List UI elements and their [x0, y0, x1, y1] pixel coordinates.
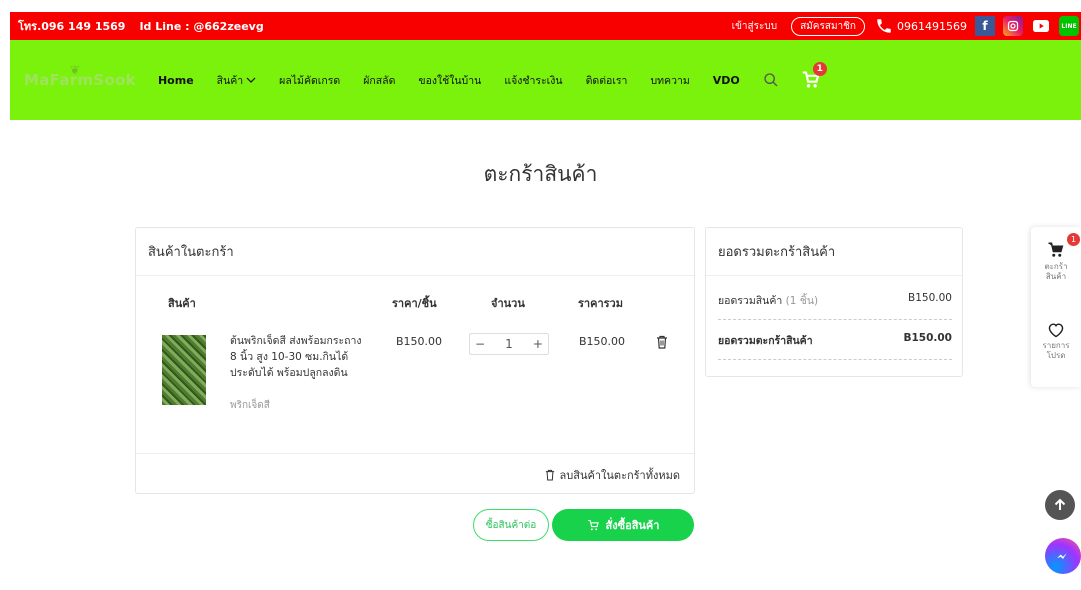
page: โทร.096 149 1569 Id Line : @662zeevg เข้… — [0, 0, 1081, 590]
trash-icon[interactable] — [656, 335, 668, 349]
top-bar-right: เข้าสู่ระบบ สมัครสมาชิก 0961491569 f LIN… — [732, 16, 1081, 36]
clear-cart-label: ลบสินค้าในตะกร้าทั้งหมด — [559, 468, 680, 482]
product-name-link[interactable]: ต้นพริกเจ็ดสี ส่งพร้อมกระถาง 8 นิ้ว สูง … — [230, 333, 390, 381]
product-name-line: 8 นิ้ว สูง 10-30 ซม.กินได้ — [230, 351, 349, 363]
product-name-line: ประดับได้ พร้อมปลูกลงดิน — [230, 367, 348, 379]
line-id-text: Id Line : @662zeevg — [139, 19, 264, 33]
messenger-chat-button[interactable] — [1045, 538, 1081, 574]
register-button[interactable]: สมัครสมาชิก — [791, 16, 865, 36]
nav-cart[interactable]: 1 — [801, 62, 827, 90]
nav-item-salad[interactable]: ผักสลัด — [363, 72, 395, 89]
trash-icon — [545, 469, 554, 480]
cart-summary-panel: ยอดรวมตะกร้าสินค้า ยอดรวมสินค้า (1 ชิ้น)… — [705, 227, 963, 377]
line-app-icon[interactable]: LINE — [1059, 16, 1079, 36]
nav-item-articles[interactable]: บทความ — [650, 72, 689, 89]
place-order-label: สั่งซื้อสินค้า — [605, 519, 660, 532]
total-label: ยอดรวมตะกร้าสินค้า — [718, 335, 813, 347]
decrease-quantity-button[interactable]: − — [475, 337, 485, 351]
cart-item-row: ต้นพริกเจ็ดสี ส่งพร้อมกระถาง 8 นิ้ว สูง … — [136, 333, 694, 423]
search-icon[interactable] — [763, 72, 779, 88]
column-product: สินค้า — [168, 297, 196, 310]
nav-item-home[interactable]: Home — [158, 74, 194, 87]
subtotal-label: ยอดรวมสินค้า — [718, 295, 783, 307]
product-name-line: ต้นพริกเจ็ดสี ส่งพร้อมกระถาง — [230, 335, 362, 347]
summary-total-row: ยอดรวมตะกร้าสินค้า B150.00 — [718, 332, 952, 360]
summary-heading: ยอดรวมตะกร้าสินค้า — [706, 228, 962, 276]
leaf-icon: ❦ — [70, 63, 81, 77]
scroll-to-top-button[interactable] — [1045, 490, 1075, 520]
column-total: ราคารวม — [578, 297, 623, 310]
nav-menu: Home สินค้า ผลไม้คัดเกรด ผักสลัด ของใช้ใ… — [158, 72, 763, 89]
header-phone-number[interactable]: 0961491569 — [897, 20, 967, 33]
side-wishlist-button[interactable]: รายการ โปรด — [1031, 322, 1081, 361]
login-link[interactable]: เข้าสู่ระบบ — [732, 19, 777, 34]
nav-item-vdo[interactable]: VDO — [713, 74, 740, 87]
side-cart-badge: 1 — [1067, 233, 1080, 246]
page-title: ตะกร้าสินค้า — [483, 162, 598, 186]
chevron-down-icon — [246, 77, 256, 83]
subtotal-count: (1 ชิ้น) — [785, 295, 819, 307]
clear-cart-button[interactable]: ลบสินค้าในตะกร้าทั้งหมด — [136, 453, 694, 495]
cart-panel-heading: สินค้าในตะกร้า — [136, 228, 694, 276]
nav-item-household[interactable]: ของใช้ในบ้าน — [418, 72, 481, 89]
cart-icon — [1048, 242, 1064, 257]
line-total: B150.00 — [579, 335, 626, 348]
contact-phone-text: โทร.096 149 1569 — [18, 20, 126, 33]
cart-panel: สินค้าในตะกร้า สินค้า ราคา/ชิ้น จำนวน รา… — [135, 227, 695, 494]
total-value: B150.00 — [903, 332, 952, 344]
nav-item-products-label: สินค้า — [216, 74, 244, 87]
place-order-button[interactable]: สั่งซื้อสินค้า — [552, 509, 694, 541]
site-logo[interactable]: MaFarmSook ❦ — [24, 63, 136, 89]
unit-price: B150.00 — [396, 335, 443, 348]
floating-side-panel: ตะกร้า สินค้า 1 รายการ โปรด — [1031, 227, 1081, 387]
side-wishlist-label-1: รายการ — [1042, 341, 1070, 350]
nav-item-products[interactable]: สินค้า — [217, 72, 257, 89]
column-quantity: จำนวน — [491, 297, 525, 310]
heart-icon — [1048, 323, 1064, 338]
quantity-value[interactable]: 1 — [505, 337, 513, 351]
side-cart-button[interactable]: ตะกร้า สินค้า — [1031, 241, 1081, 282]
cart-icon — [587, 519, 599, 530]
product-category: พริกเจ็ดสี — [230, 400, 270, 411]
nav-item-fruits[interactable]: ผลไม้คัดเกรด — [279, 72, 340, 89]
quantity-stepper: − 1 + — [469, 333, 549, 355]
facebook-icon[interactable]: f — [975, 16, 995, 36]
instagram-icon[interactable] — [1003, 16, 1023, 36]
youtube-icon[interactable] — [1031, 16, 1051, 36]
summary-subtotal-row: ยอดรวมสินค้า (1 ชิ้น) B150.00 — [718, 292, 952, 320]
column-unit-price: ราคา/ชิ้น — [392, 297, 437, 310]
side-cart-label-1: ตะกร้า — [1044, 262, 1068, 271]
cart-count-badge: 1 — [812, 62, 827, 76]
main-navigation: MaFarmSook ❦ Home สินค้า ผลไม้คัดเกรด ผั… — [10, 40, 1081, 120]
subtotal-value: B150.00 — [908, 292, 952, 304]
product-thumbnail[interactable] — [162, 335, 206, 405]
phone-icon — [877, 19, 891, 33]
subtotal-label-group: ยอดรวมสินค้า (1 ชิ้น) — [718, 292, 818, 309]
side-wishlist-label-2: โปรด — [1046, 351, 1066, 360]
increase-quantity-button[interactable]: + — [533, 337, 543, 351]
messenger-icon — [1057, 553, 1067, 559]
continue-shopping-button[interactable]: ซื้อสินค้าต่อ — [473, 509, 549, 541]
top-bar: โทร.096 149 1569 Id Line : @662zeevg เข้… — [10, 12, 1081, 40]
arrow-up-icon — [1054, 498, 1066, 510]
nav-item-payment-notice[interactable]: แจ้งชำระเงิน — [504, 72, 562, 89]
nav-item-contact[interactable]: ติดต่อเรา — [586, 72, 628, 89]
side-cart-label-2: สินค้า — [1045, 272, 1067, 281]
